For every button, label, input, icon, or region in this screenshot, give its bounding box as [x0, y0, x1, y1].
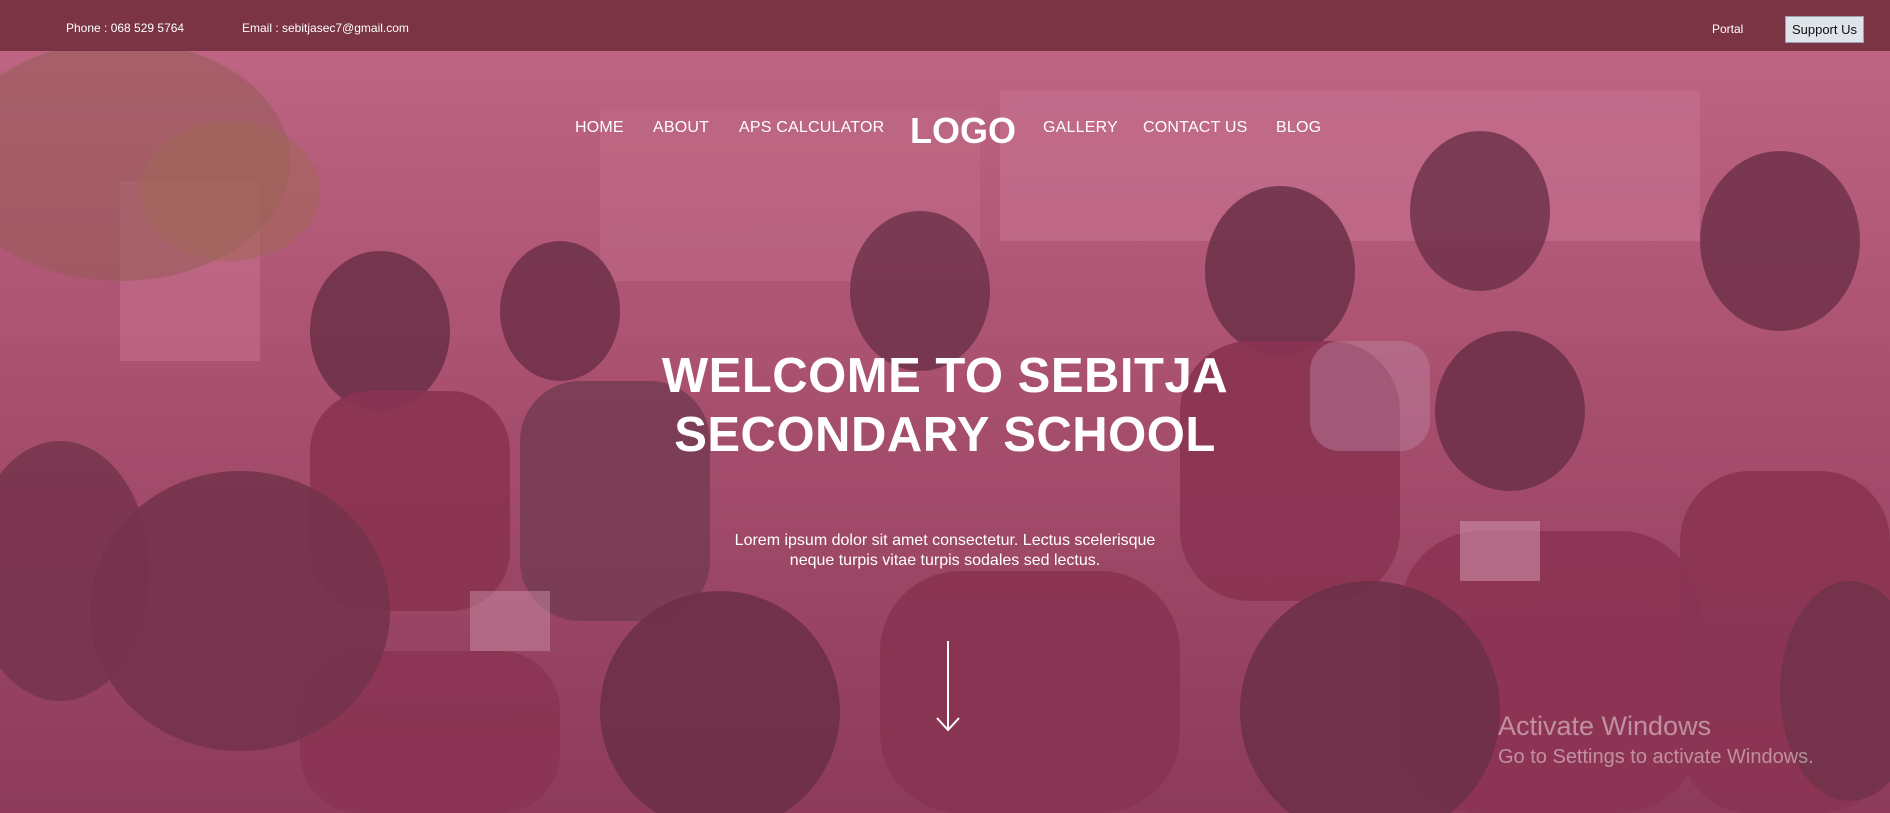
- hero-title: WELCOME TO SEBITJA SECONDARY SCHOOL: [0, 347, 1890, 465]
- email-address: Email : sebitjasec7@gmail.com: [242, 21, 409, 35]
- support-us-button[interactable]: Support Us: [1785, 16, 1864, 43]
- nav-item-about[interactable]: ABOUT: [653, 119, 709, 137]
- site-logo[interactable]: LOGO: [910, 110, 1016, 152]
- hero-subtitle: Lorem ipsum dolor sit amet consectetur. …: [0, 531, 1890, 571]
- windows-activation-watermark: Activate Windows Go to Settings to activ…: [1498, 711, 1814, 769]
- nav-item-blog[interactable]: BLOG: [1276, 119, 1321, 137]
- hero-subtitle-line-1: Lorem ipsum dolor sit amet consectetur. …: [734, 532, 1156, 549]
- arrow-down-icon[interactable]: [935, 641, 961, 733]
- phone-number: Phone : 068 529 5764: [66, 21, 185, 35]
- top-bar: Phone : 068 529 5764 Email : sebitjasec7…: [0, 0, 1890, 51]
- watermark-line-2: Go to Settings to activate Windows.: [1498, 746, 1814, 768]
- nav-item-aps-calculator[interactable]: APS CALCULATOR: [739, 119, 884, 137]
- nav-item-contact-us[interactable]: CONTACT US: [1143, 119, 1248, 137]
- nav-item-home[interactable]: HOME: [575, 119, 624, 137]
- hero-title-line-2: SECONDARY SCHOOL: [674, 408, 1216, 462]
- watermark-line-1: Activate Windows: [1498, 711, 1712, 741]
- hero-section: HOME ABOUT APS CALCULATOR LOGO GALLERY C…: [0, 51, 1890, 813]
- portal-link[interactable]: Portal: [1712, 22, 1743, 36]
- nav-item-gallery[interactable]: GALLERY: [1043, 119, 1118, 137]
- hero-subtitle-line-2: neque turpis vitae turpis sodales sed le…: [789, 552, 1101, 569]
- main-nav: HOME ABOUT APS CALCULATOR LOGO GALLERY C…: [0, 110, 1890, 151]
- hero-title-line-1: WELCOME TO SEBITJA: [661, 349, 1229, 403]
